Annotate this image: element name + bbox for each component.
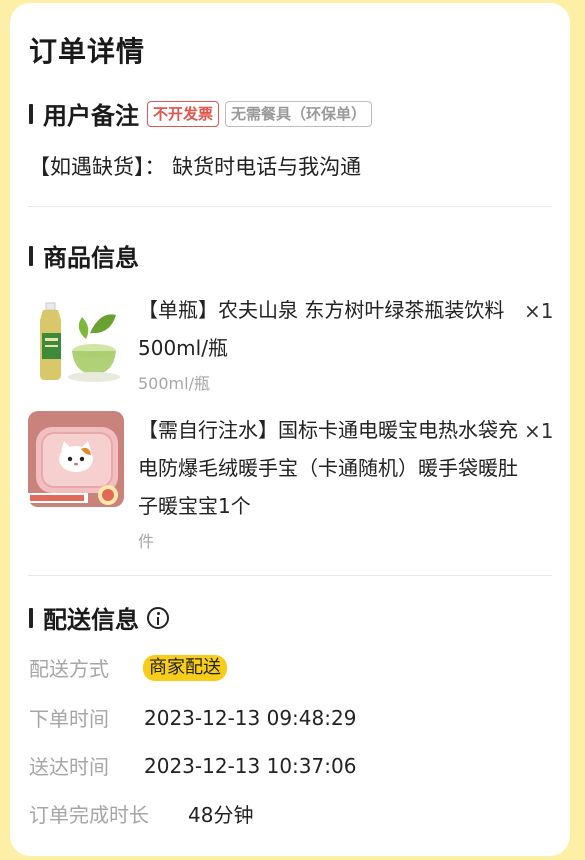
remark-note: 【如遇缺货】： 缺货时电话与我沟通 bbox=[29, 155, 362, 179]
delivery-method-label: 配送方式 bbox=[29, 657, 109, 681]
green-tea-product-image[interactable] bbox=[28, 293, 124, 389]
delivery-section-title: 配送信息 bbox=[43, 606, 139, 634]
no-invoice-tag: 不开发票 bbox=[147, 100, 220, 127]
product-spec: 件 bbox=[138, 532, 155, 551]
no-tableware-tag: 无需餐具（环保单） bbox=[225, 100, 373, 127]
duration-label: 订单完成时长 bbox=[29, 803, 149, 827]
section-bar bbox=[29, 103, 33, 124]
order-time-label: 下单时间 bbox=[29, 707, 109, 731]
product-name[interactable]: 【单瓶】农夫山泉 东方树叶绿茶瓶装饮料 500ml/瓶 bbox=[138, 291, 523, 367]
remarks-section-header: 用户备注 不开发票 无需餐具（环保单） bbox=[29, 96, 373, 131]
products-section-title: 商品信息 bbox=[43, 244, 139, 272]
delivery-method-badge: 商家配送 bbox=[143, 654, 227, 681]
arrive-time-value: 2023-12-13 10:37:06 bbox=[144, 753, 357, 778]
page-title: 订单详情 bbox=[29, 35, 146, 68]
hot-water-bag-product-image[interactable] bbox=[28, 411, 124, 507]
duration-value: 48分钟 bbox=[188, 803, 254, 827]
product-spec: 500ml/瓶 bbox=[138, 374, 210, 393]
product-name[interactable]: 【需自行注水】国标卡通电暖宝电热水袋充电防爆毛绒暖手宝（卡通随机）暖手袋暖肚子暖… bbox=[138, 411, 523, 525]
duration-row: 订单完成时长 48分钟 bbox=[29, 799, 253, 828]
product-quantity: ×1 bbox=[524, 419, 554, 443]
products-section-header: 商品信息 bbox=[29, 238, 139, 273]
info-icon[interactable] bbox=[147, 606, 169, 629]
divider bbox=[28, 206, 552, 207]
order-time-value: 2023-12-13 09:48:29 bbox=[144, 705, 357, 730]
order-detail-card: 订单详情 用户备注 不开发票 无需餐具（环保单） 【如遇缺货】： 缺货时电话与我… bbox=[10, 3, 570, 856]
section-bar bbox=[29, 607, 33, 628]
divider bbox=[28, 575, 552, 576]
remarks-section-title: 用户备注 bbox=[43, 102, 139, 130]
delivery-section-header: 配送信息 bbox=[29, 600, 169, 635]
section-bar bbox=[29, 245, 33, 266]
product-quantity: ×1 bbox=[524, 299, 554, 323]
order-time-row: 下单时间 2023-12-13 09:48:29 bbox=[29, 703, 356, 732]
delivery-method-row: 配送方式 商家配送 bbox=[29, 653, 227, 682]
arrive-time-label: 送达时间 bbox=[29, 755, 109, 779]
arrive-time-row: 送达时间 2023-12-13 10:37:06 bbox=[29, 751, 356, 780]
